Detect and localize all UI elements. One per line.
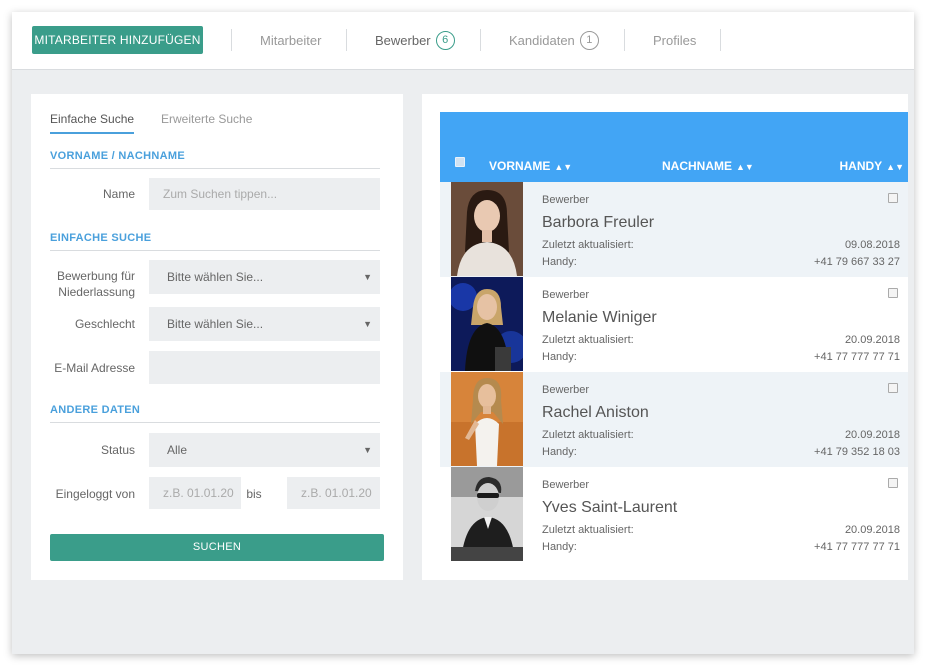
- tab-simple-search[interactable]: Einfache Suche: [50, 112, 135, 134]
- column-label: VORNAME: [489, 159, 551, 173]
- branch-select[interactable]: Bitte wählen Sie... ▼: [149, 260, 380, 294]
- row-checkbox[interactable]: [888, 288, 898, 298]
- nav-divider: [624, 29, 625, 51]
- tab-label: Kandidaten: [509, 33, 575, 48]
- status-select[interactable]: Alle ▼: [149, 433, 380, 467]
- tab-kandidaten[interactable]: Kandidaten 1: [509, 31, 599, 51]
- caret-down-icon: ▼: [363, 319, 372, 329]
- tab-profiles[interactable]: Profiles: [653, 31, 696, 51]
- add-employee-button[interactable]: MITARBEITER HINZUFÜGEN: [32, 26, 203, 54]
- caret-down-icon: ▼: [363, 445, 372, 455]
- branch-select-value: Bitte wählen Sie...: [167, 270, 264, 284]
- updated-label: Zuletzt aktualisiert:: [542, 429, 634, 441]
- column-header-phone[interactable]: HANDY ▲▼: [840, 159, 905, 173]
- row-type: Bewerber: [542, 289, 590, 301]
- status-select-value: Alle: [167, 443, 188, 457]
- app-window: MITARBEITER HINZUFÜGEN Mitarbeiter Bewer…: [12, 12, 914, 654]
- row-name[interactable]: Yves Saint-Laurent: [542, 499, 677, 517]
- login-label: Eingeloggt von: [55, 487, 135, 501]
- phone-value: +41 79 352 18 03: [814, 446, 900, 458]
- updated-value: 20.09.2018: [844, 524, 900, 536]
- phone-label: Handy:: [542, 541, 577, 553]
- sort-icon: ▲▼: [554, 162, 573, 172]
- count-badge: 1: [579, 31, 599, 50]
- caret-down-icon: ▼: [363, 272, 372, 282]
- phone-label: Handy:: [542, 351, 577, 363]
- phone-value: +41 77 777 77 71: [814, 351, 900, 363]
- updated-value: 20.09.2018: [844, 429, 900, 441]
- sort-icon: ▲▼: [886, 162, 904, 172]
- nav-divider: [346, 29, 347, 51]
- select-all-checkbox[interactable]: [455, 157, 465, 167]
- section-simple-title: EINFACHE SUCHE: [50, 232, 380, 251]
- nav-divider: [480, 29, 481, 51]
- row-name[interactable]: Barbora Freuler: [542, 214, 654, 232]
- results-panel: VORNAME ▲▼ NACHNAME ▲▼ HANDY ▲▼ Bewerber…: [422, 94, 908, 580]
- table-row[interactable]: Bewerber Yves Saint-Laurent Zuletzt aktu…: [440, 467, 908, 562]
- name-label: Name: [102, 187, 135, 201]
- phone-value: +41 79 667 33 27: [814, 256, 900, 268]
- row-type: Bewerber: [542, 384, 590, 396]
- branch-label: Bewerbung für Niederlassung: [56, 269, 135, 299]
- row-type: Bewerber: [542, 194, 590, 206]
- avatar: [451, 182, 523, 276]
- row-type: Bewerber: [542, 479, 590, 491]
- avatar: [451, 467, 523, 561]
- table-row[interactable]: Bewerber Barbora Freuler Zuletzt aktuali…: [440, 182, 908, 277]
- row-checkbox[interactable]: [888, 193, 898, 203]
- row-checkbox[interactable]: [888, 383, 898, 393]
- column-label: HANDY: [839, 159, 883, 173]
- row-name[interactable]: Melanie Winiger: [542, 309, 657, 327]
- updated-value: 20.09.2018: [844, 334, 900, 346]
- nav-divider: [720, 29, 721, 51]
- to-label: bis: [246, 487, 262, 501]
- section-name-title: VORNAME / NACHNAME: [50, 150, 380, 169]
- table-row[interactable]: Bewerber Melanie Winiger Zuletzt aktuali…: [440, 277, 908, 372]
- avatar: [451, 277, 523, 371]
- section-other-title: ANDERE DATEN: [50, 404, 380, 423]
- tab-bewerber[interactable]: Bewerber 6: [375, 31, 455, 51]
- email-label: E-Mail Adresse: [54, 361, 135, 375]
- name-search-input[interactable]: Zum Suchen tippen...: [149, 178, 380, 210]
- gender-label: Geschlecht: [74, 317, 135, 331]
- search-panel: Einfache Suche Erweiterte Suche VORNAME …: [31, 94, 403, 580]
- gender-select-value: Bitte wählen Sie...: [167, 317, 264, 331]
- status-label: Status: [100, 443, 135, 457]
- tab-advanced-search[interactable]: Erweiterte Suche: [161, 112, 252, 126]
- updated-label: Zuletzt aktualisiert:: [542, 334, 634, 346]
- row-checkbox[interactable]: [888, 478, 898, 488]
- email-field[interactable]: [149, 351, 380, 384]
- gender-select[interactable]: Bitte wählen Sie... ▼: [149, 307, 380, 341]
- updated-value: 09.08.2018: [844, 239, 900, 251]
- tab-label: Bewerber: [375, 33, 431, 48]
- phone-label: Handy:: [542, 256, 577, 268]
- login-to-input[interactable]: z.B. 01.01.20: [287, 477, 380, 509]
- search-button[interactable]: SUCHEN: [50, 534, 384, 561]
- row-name[interactable]: Rachel Aniston: [542, 404, 649, 422]
- column-label: NACHNAME: [662, 159, 732, 173]
- column-header-first-name[interactable]: VORNAME ▲▼: [489, 159, 572, 173]
- updated-label: Zuletzt aktualisiert:: [542, 524, 634, 536]
- table-row[interactable]: Bewerber Rachel Aniston Zuletzt aktualis…: [440, 372, 908, 467]
- tab-label: Profiles: [653, 33, 697, 48]
- column-header-last-name[interactable]: NACHNAME ▲▼: [662, 159, 754, 173]
- avatar: [451, 372, 523, 466]
- tab-label: Mitarbeiter: [260, 33, 322, 48]
- phone-label: Handy:: [542, 446, 577, 458]
- count-badge: 6: [435, 31, 455, 50]
- table-header: VORNAME ▲▼ NACHNAME ▲▼ HANDY ▲▼: [440, 112, 908, 182]
- top-toolbar: MITARBEITER HINZUFÜGEN Mitarbeiter Bewer…: [12, 12, 914, 70]
- updated-label: Zuletzt aktualisiert:: [542, 239, 634, 251]
- login-from-input[interactable]: z.B. 01.01.20: [149, 477, 241, 509]
- nav-divider: [231, 29, 232, 51]
- sort-icon: ▲▼: [736, 162, 754, 172]
- phone-value: +41 77 777 77 71: [814, 541, 900, 553]
- tab-mitarbeiter[interactable]: Mitarbeiter: [260, 31, 321, 51]
